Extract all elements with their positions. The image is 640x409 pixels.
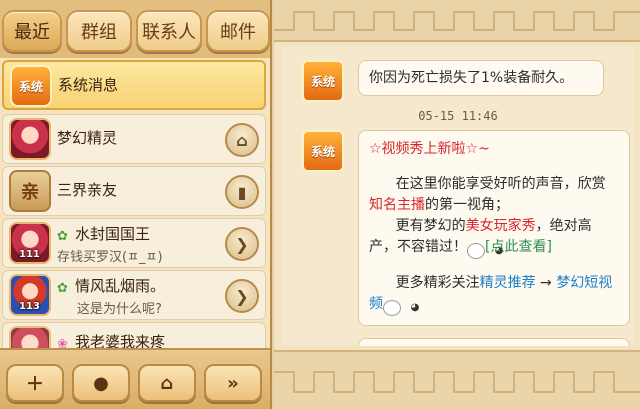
contact-last-message: 存钱买罗汉(ㅍ_ㅍ) <box>57 250 163 265</box>
sender-avatar: 系统 <box>302 60 344 102</box>
chat-panel: 系统 你因为死亡损失了1%装备耐久。 05-15 11:46 系统 ☆视频秀上新… <box>274 0 640 409</box>
tab-bar: 最近 群组 联系人 邮件 <box>2 10 270 52</box>
contact-name: ✿ 水封国国王 <box>57 225 151 244</box>
tab-groups[interactable]: 群组 <box>66 10 132 52</box>
contact-name: 系统消息 <box>58 76 119 94</box>
message-bubble: 你因为死亡损失了1%装备耐久。 <box>358 60 604 96</box>
chat-bubble-icon: ● <box>93 372 109 394</box>
level-badge: 111 <box>19 249 40 260</box>
emoji-icon: ◕ <box>467 243 503 259</box>
chat-messages[interactable]: 系统 你因为死亡损失了1%装备耐久。 05-15 11:46 系统 ☆视频秀上新… <box>282 46 634 346</box>
contact-name: ❀ 我老婆我来疼 <box>57 331 165 348</box>
chat-button[interactable]: ● <box>72 364 130 402</box>
contact-name: ✿ 情风乱烟雨。 <box>57 277 166 296</box>
lotus-icon: ❀ <box>57 337 68 349</box>
spirit-recommend-link[interactable]: 精灵推荐 <box>480 275 536 291</box>
double-chevron-right-icon: » <box>227 372 239 394</box>
level-badge: 113 <box>19 301 40 312</box>
avatar <box>9 326 51 348</box>
chevron-right-icon[interactable]: ❯ <box>225 279 259 313</box>
emoji-icon: ◕ <box>383 300 419 316</box>
conversation-panel: 最近 群组 联系人 邮件 系统 系统消息 梦幻精灵 ⌂ 亲 三界亲友 ▮ 111… <box>0 0 272 409</box>
tab-contacts[interactable]: 联系人 <box>136 10 202 52</box>
fret-border-top <box>274 0 640 42</box>
contact-qingfeng[interactable]: 113 ✿ 情风乱烟雨。 这是为什么呢? ❯ <box>2 270 266 320</box>
tab-recent[interactable]: 最近 <box>2 10 62 52</box>
message-paragraph: 更多精彩关注精灵推荐 → 梦幻短视频 ◕ <box>369 273 619 316</box>
add-friend-icon: ＋ <box>26 374 44 395</box>
message-paragraph: 更有梦幻的美女玩家秀，绝对高产，不容错过！ ◕[点此查看] <box>369 216 619 259</box>
fret-pattern <box>274 11 640 31</box>
avatar <box>9 118 51 160</box>
leaf-icon: ✿ <box>57 281 68 296</box>
contact-name: 三界亲友 <box>57 181 118 199</box>
view-link[interactable]: [点此查看] <box>485 239 552 255</box>
contact-water-king[interactable]: 111 ✿ 水封国国王 存钱买罗汉(ㅍ_ㅍ) ❯ <box>2 218 266 268</box>
more-button[interactable]: » <box>204 364 262 402</box>
contact-partial[interactable]: ❀ 我老婆我来疼 <box>2 322 266 348</box>
message-paragraph: 在这里你能享受好听的声音，欣赏知名主播的第一视角； <box>369 176 606 213</box>
tab-mail[interactable]: 邮件 <box>206 10 270 52</box>
home-button[interactable]: ⌂ <box>138 364 196 402</box>
home-icon: ⌂ <box>160 372 174 394</box>
contact-three-realms-friends[interactable]: 亲 三界亲友 ▮ <box>2 166 266 216</box>
avatar: 113 <box>9 274 51 316</box>
fret-pattern <box>274 371 640 393</box>
contact-list: 系统 系统消息 梦幻精灵 ⌂ 亲 三界亲友 ▮ 111 ✿ 水封国国王 存钱买罗汉… <box>0 58 270 348</box>
scroll-avatar: 亲 <box>9 170 51 212</box>
home-icon[interactable]: ⌂ <box>225 123 259 157</box>
fret-border-bottom <box>274 350 640 409</box>
book-icon[interactable]: ▮ <box>225 175 259 209</box>
contact-system-messages[interactable]: 系统 系统消息 <box>2 60 266 110</box>
message-title: ☆视频秀上新啦☆~ <box>369 141 490 157</box>
contact-name: 梦幻精灵 <box>57 129 118 147</box>
bottom-toolbar: ＋ ● ⌂ » <box>0 348 270 409</box>
avatar: 111 <box>9 222 51 264</box>
contact-last-message: 这是为什么呢? <box>77 302 162 317</box>
chevron-right-icon[interactable]: ❯ <box>225 227 259 261</box>
message-bubble-partial <box>358 338 630 346</box>
sender-avatar: 系统 <box>302 130 344 172</box>
leaf-icon: ✿ <box>57 229 68 244</box>
message-bubble: ☆视频秀上新啦☆~ 在这里你能享受好听的声音，欣赏知名主播的第一视角； 更有梦幻… <box>358 130 630 326</box>
add-friend-button[interactable]: ＋ <box>6 364 64 402</box>
contact-dream-spirit[interactable]: 梦幻精灵 ⌂ <box>2 114 266 164</box>
message-timestamp: 05-15 11:46 <box>418 109 498 123</box>
system-avatar: 系统 <box>10 65 52 107</box>
